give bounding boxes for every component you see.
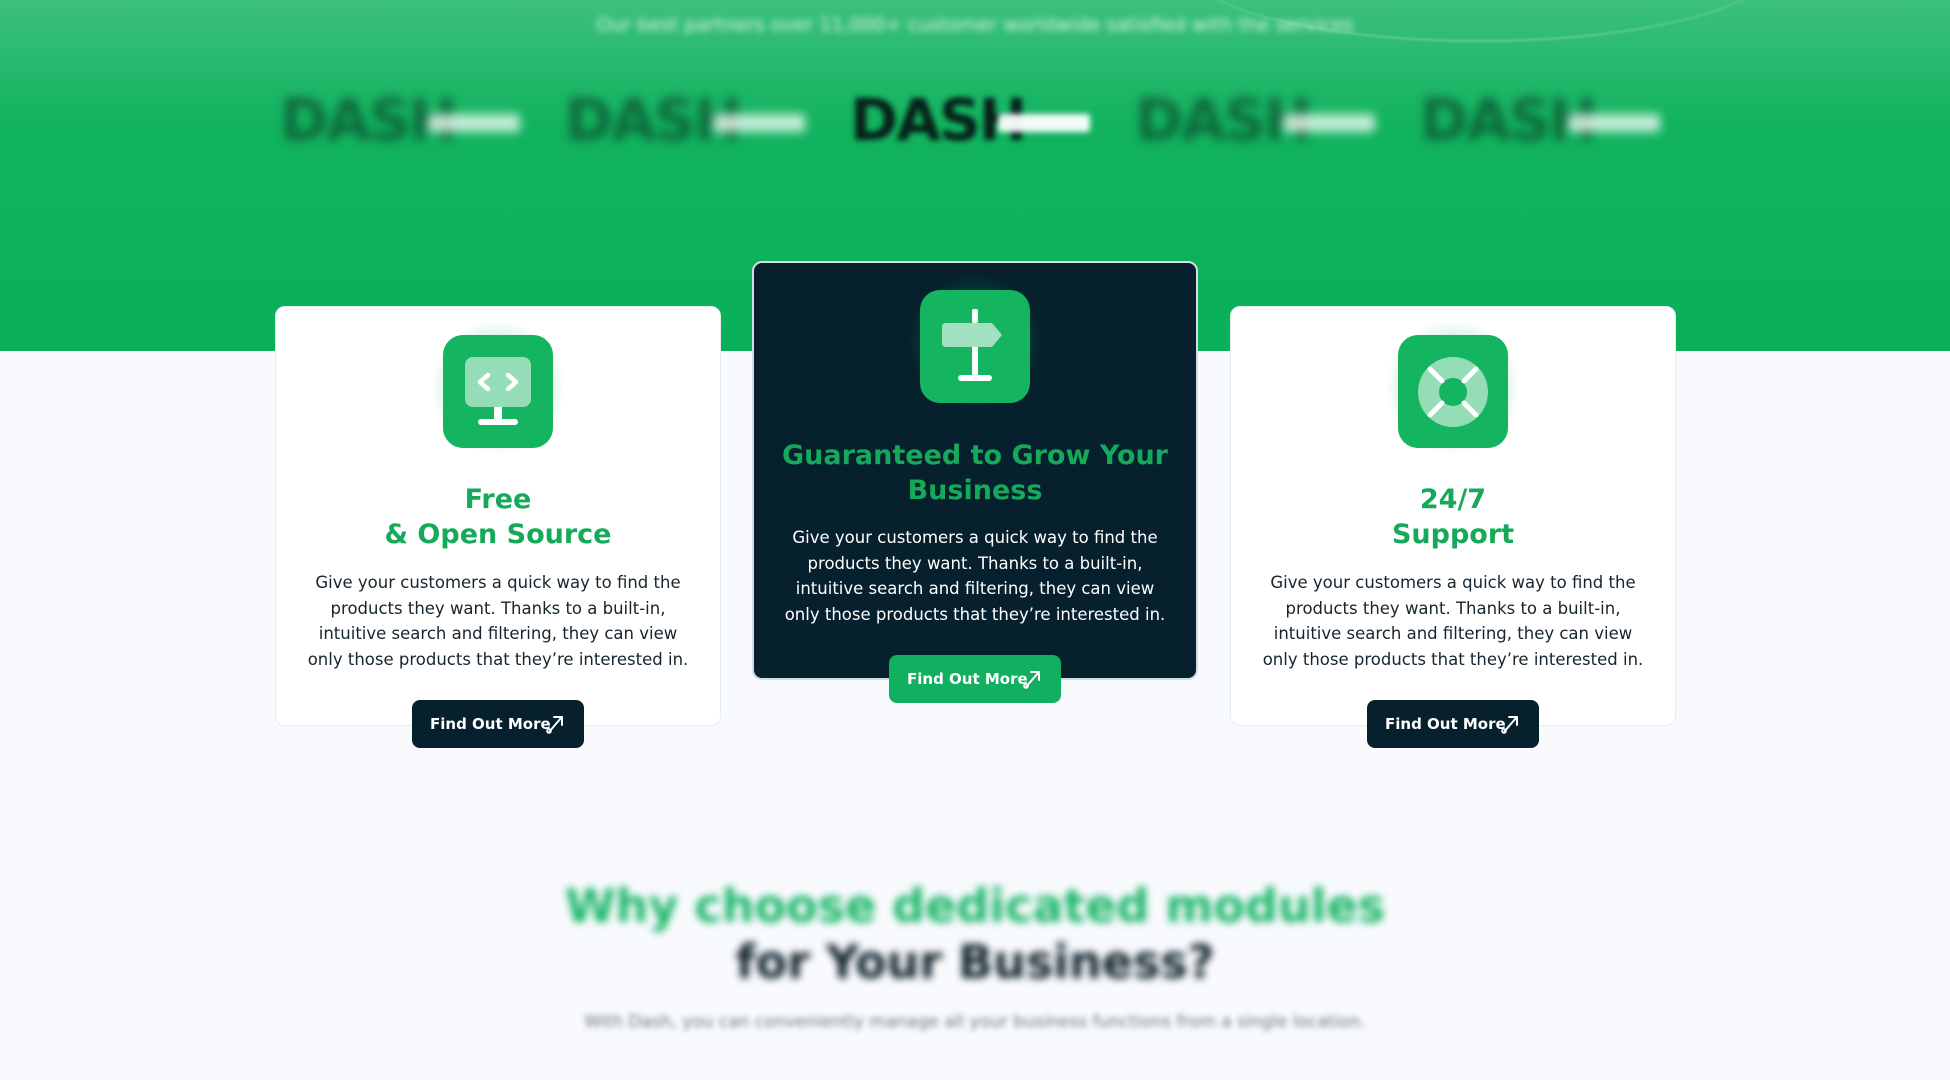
section-heading: Why choose dedicated modules for Your Bu… [0,878,1950,990]
find-out-more-button[interactable]: Find Out More [412,700,584,748]
section-heading-line-2: for Your Business? [735,935,1215,989]
card-title: Guaranteed to Grow Your Business [781,440,1168,506]
partner-logo: DASH [565,82,810,154]
dash-logo-tag [998,114,1090,132]
card-description: Give your customers a quick way to find … [1262,573,1644,669]
feature-card-support: 24/7 Support Give your customers a quick… [1230,306,1676,748]
button-label: Find Out More [430,715,551,733]
section-heading-line-1: Why choose dedicated modules [564,879,1386,933]
partner-logo: DASH [1420,82,1665,154]
button-label: Find Out More [1385,715,1506,733]
partner-logo: DASH [280,82,525,154]
find-out-more-button[interactable]: Find Out More [889,655,1061,703]
dash-logo-tag [1283,114,1375,132]
partner-logo-active: DASH [850,82,1095,154]
signpost-icon [920,290,1030,403]
arrow-up-right-icon [1501,716,1518,734]
section-subtitle: With Dash, you can conveniently manage a… [584,1012,1366,1032]
monitor-code-icon [443,335,553,448]
card-description: Give your customers a quick way to find … [307,573,689,669]
card-title: 24/7 Support [1391,484,1515,550]
arrow-up-right-icon [546,716,563,734]
button-label: Find Out More [907,670,1028,688]
trusted-by-text: Our best partners over 11,000+ customer … [596,14,1354,36]
feature-card-open-source: Free & Open Source Give your customers a… [275,306,721,748]
partner-logos: DASH DASH DASH DASH DASH [280,82,1680,154]
card-title: Free & Open Source [384,484,612,550]
lifebuoy-icon [1398,335,1508,448]
dash-logo-tag [1568,114,1660,132]
partner-logo: DASH [1135,82,1380,154]
arrow-up-right-icon [1023,671,1040,689]
card-description: Give your customers a quick way to find … [784,528,1166,624]
feature-card-grow-business: Guaranteed to Grow Your Business Give yo… [752,261,1198,703]
dash-logo-tag [428,114,520,132]
find-out-more-button[interactable]: Find Out More [1367,700,1539,748]
dash-logo-tag [713,114,805,132]
